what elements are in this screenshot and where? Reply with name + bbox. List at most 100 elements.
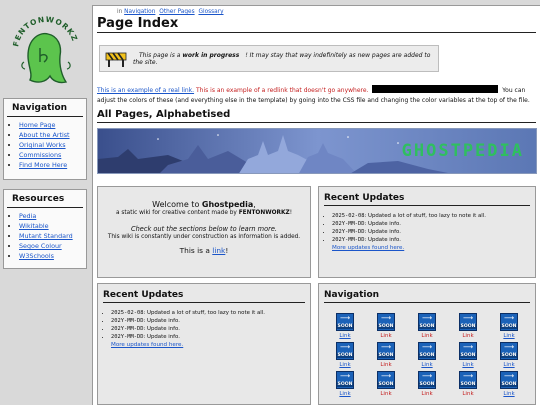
- nav-tile[interactable]: ⟶ SOON Link: [407, 371, 447, 397]
- nav-tile-link[interactable]: Link: [380, 362, 391, 368]
- resource-link-wikitable[interactable]: Wikitable: [19, 222, 49, 230]
- real-link-example[interactable]: This is an example of a real link.: [97, 87, 194, 94]
- nav-tile[interactable]: ⟶ SOON Link: [489, 313, 529, 339]
- coming-soon-icon: ⟶ SOON: [377, 342, 395, 360]
- page-title: Page Index: [97, 16, 536, 33]
- arrow-right-icon: ⟶: [462, 372, 474, 380]
- arrow-right-icon: ⟶: [421, 314, 433, 322]
- nav-tile-link[interactable]: Link: [503, 391, 514, 397]
- nav-tile[interactable]: ⟶ SOON Link: [366, 313, 406, 339]
- coming-soon-icon: ⟶ SOON: [459, 342, 477, 360]
- nav-tile-link[interactable]: Link: [339, 391, 350, 397]
- nav-tile-link[interactable]: Link: [380, 333, 391, 339]
- list-item: 2025-02-08: Updated a lot of stuff, too …: [332, 212, 535, 220]
- nav-tile-link[interactable]: Link: [462, 333, 473, 339]
- nav-tile-link[interactable]: Link: [421, 391, 432, 397]
- coming-soon-icon: ⟶ SOON: [500, 371, 518, 389]
- soon-label: SOON: [501, 382, 517, 387]
- sidebar-resources: Resources Pedia Wikitable Mutant Standar…: [3, 189, 87, 269]
- sidebar-item-home[interactable]: Home Page: [19, 121, 55, 129]
- coming-soon-icon: ⟶ SOON: [377, 313, 395, 331]
- nav-tile[interactable]: ⟶ SOON Link: [366, 371, 406, 397]
- coming-soon-icon: ⟶ SOON: [377, 371, 395, 389]
- construction-barrier-icon: [105, 52, 127, 67]
- nav-tile[interactable]: ⟶ SOON Link: [407, 313, 447, 339]
- resource-link-w3schools[interactable]: W3Schools: [19, 252, 54, 260]
- nav-tile-link[interactable]: Link: [503, 362, 514, 368]
- section-title: All Pages, Alphabetised: [97, 109, 536, 123]
- arrow-right-icon: ⟶: [421, 343, 433, 351]
- ghost-logo-icon: FENTONWORKZ: [11, 15, 79, 84]
- soon-label: SOON: [460, 353, 476, 358]
- sidebar-item-original-works[interactable]: Original Works: [19, 141, 66, 149]
- arrow-right-icon: ⟶: [462, 314, 474, 322]
- nav-tile[interactable]: ⟶ SOON Link: [448, 313, 488, 339]
- soon-label: SOON: [501, 353, 517, 358]
- welcome-subtitle: a static wiki for creative content made …: [115, 210, 293, 216]
- coming-soon-icon: ⟶ SOON: [336, 313, 354, 331]
- arrow-right-icon: ⟶: [503, 343, 515, 351]
- nav-tile-link[interactable]: Link: [339, 333, 350, 339]
- soon-label: SOON: [337, 382, 353, 387]
- soon-label: SOON: [419, 353, 435, 358]
- breadcrumb: in Navigation Other Pages Glossary: [97, 6, 536, 15]
- breadcrumb-prefix: in: [117, 9, 123, 15]
- nav-tile-link[interactable]: Link: [339, 362, 350, 368]
- nav-tile[interactable]: ⟶ SOON Link: [366, 342, 406, 368]
- nav-tile[interactable]: ⟶ SOON Link: [448, 342, 488, 368]
- arrow-right-icon: ⟶: [339, 372, 351, 380]
- soon-label: SOON: [501, 324, 517, 329]
- navigation-grid: ⟶ SOON Link ⟶ SOON Link ⟶ SOON Link ⟶ SOON Link ⟶ SOO…: [319, 303, 535, 397]
- soon-label: SOON: [419, 324, 435, 329]
- soon-label: SOON: [337, 324, 353, 329]
- nav-tile-link[interactable]: Link: [380, 391, 391, 397]
- nav-tile[interactable]: ⟶ SOON Link: [407, 342, 447, 368]
- red-link-example[interactable]: This is an example of a redlink that doe…: [196, 87, 368, 94]
- ghostpedia-banner: GHOSTPEDIA: [97, 128, 537, 174]
- recent-updates-card-left: Recent Updates 2025-02-08: Updated a lot…: [97, 283, 311, 405]
- sidebar-navigation-title: Navigation: [7, 99, 83, 117]
- nav-tile-link[interactable]: Link: [503, 333, 514, 339]
- arrow-right-icon: ⟶: [339, 314, 351, 322]
- nav-tile[interactable]: ⟶ SOON Link: [448, 371, 488, 397]
- more-updates-link[interactable]: More updates found here.: [332, 245, 404, 251]
- wip-notice-text: This page is a work in progress! It may …: [133, 51, 431, 66]
- coming-soon-icon: ⟶ SOON: [336, 342, 354, 360]
- sidebar-item-about[interactable]: About the Artist: [19, 131, 70, 139]
- nav-tile[interactable]: ⟶ SOON Link: [325, 313, 365, 339]
- welcome-card: Welcome to Ghostpedia, a static wiki for…: [97, 186, 311, 278]
- navigation-card: Navigation ⟶ SOON Link ⟶ SOON Link ⟶ SOON Link ⟶ S…: [318, 283, 536, 405]
- breadcrumb-navigation[interactable]: Navigation: [124, 9, 155, 15]
- welcome-link[interactable]: link: [212, 246, 225, 255]
- coming-soon-icon: ⟶ SOON: [459, 313, 477, 331]
- nav-tile-link[interactable]: Link: [462, 362, 473, 368]
- resource-link-pedia[interactable]: Pedia: [19, 212, 36, 220]
- sidebar-item-find-more[interactable]: Find More Here: [19, 161, 67, 169]
- list-item: 202Y-MM-DD: Update info.: [332, 228, 535, 236]
- nav-tile-link[interactable]: Link: [421, 333, 432, 339]
- soon-label: SOON: [460, 324, 476, 329]
- nav-tile-link[interactable]: Link: [421, 362, 432, 368]
- nav-tile[interactable]: ⟶ SOON Link: [325, 371, 365, 397]
- sidebar-resources-title: Resources: [7, 190, 83, 208]
- soon-label: SOON: [337, 353, 353, 358]
- nav-tile[interactable]: ⟶ SOON Link: [325, 342, 365, 368]
- nav-tile-link[interactable]: Link: [462, 391, 473, 397]
- site-logo[interactable]: FENTONWORKZ: [6, 10, 86, 90]
- breadcrumb-glossary[interactable]: Glossary: [198, 9, 223, 15]
- nav-tile[interactable]: ⟶ SOON Link: [489, 371, 529, 397]
- list-item: 202Y-MM-DD: Update info.: [332, 220, 535, 228]
- breadcrumb-other-pages[interactable]: Other Pages: [159, 9, 194, 15]
- coming-soon-icon: ⟶ SOON: [418, 342, 436, 360]
- sidebar-navigation: Navigation Home Page About the Artist Or…: [3, 98, 87, 180]
- welcome-italic-note: Check out the sections below to learn mo…: [130, 225, 278, 233]
- resource-link-mutant-standard[interactable]: Mutant Standard: [19, 232, 73, 240]
- sidebar-item-commissions[interactable]: Commissions: [19, 151, 61, 159]
- coming-soon-icon: ⟶ SOON: [500, 342, 518, 360]
- resource-link-segoe-colour[interactable]: Segoe Colour: [19, 242, 62, 250]
- welcome-link-line: This is a link!: [179, 246, 229, 255]
- nav-tile[interactable]: ⟶ SOON Link: [489, 342, 529, 368]
- wip-notice: This page is a work in progress! It may …: [99, 45, 439, 72]
- arrow-right-icon: ⟶: [380, 372, 392, 380]
- more-updates-link[interactable]: More updates found here.: [111, 342, 183, 348]
